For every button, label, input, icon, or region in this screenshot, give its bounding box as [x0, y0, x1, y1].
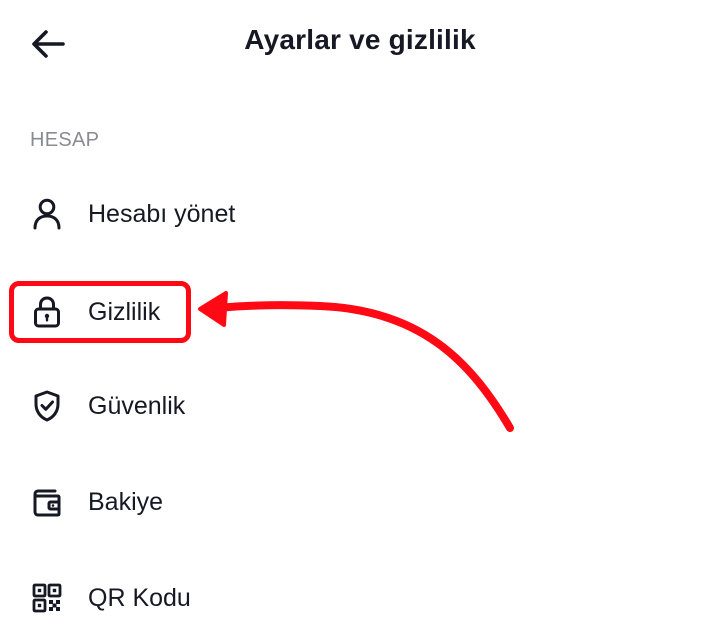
menu-item-manage-account[interactable]: Hesabı yönet — [0, 178, 720, 250]
wallet-icon — [30, 485, 64, 519]
shield-check-icon — [30, 389, 64, 423]
lock-icon — [30, 295, 64, 329]
menu-item-label: QR Kodu — [88, 583, 191, 612]
menu-item-label: Hesabı yönet — [88, 199, 236, 228]
menu-item-balance[interactable]: Bakiye — [0, 466, 720, 538]
qr-code-icon — [30, 581, 64, 615]
menu-item-security[interactable]: Güvenlik — [0, 370, 720, 442]
header-bar: Ayarlar ve gizlilik — [0, 0, 720, 86]
menu-item-label: Bakiye — [88, 487, 164, 516]
person-icon — [30, 197, 64, 231]
menu-item-privacy[interactable]: Gizlilik — [0, 276, 720, 348]
menu-item-label: Güvenlik — [88, 391, 186, 420]
page-title: Ayarlar ve gizlilik — [244, 24, 476, 55]
section-header-account: HESAP — [30, 129, 100, 151]
menu-item-label: Gizlilik — [88, 297, 161, 326]
menu-item-qr-code[interactable]: QR Kodu — [0, 562, 720, 634]
